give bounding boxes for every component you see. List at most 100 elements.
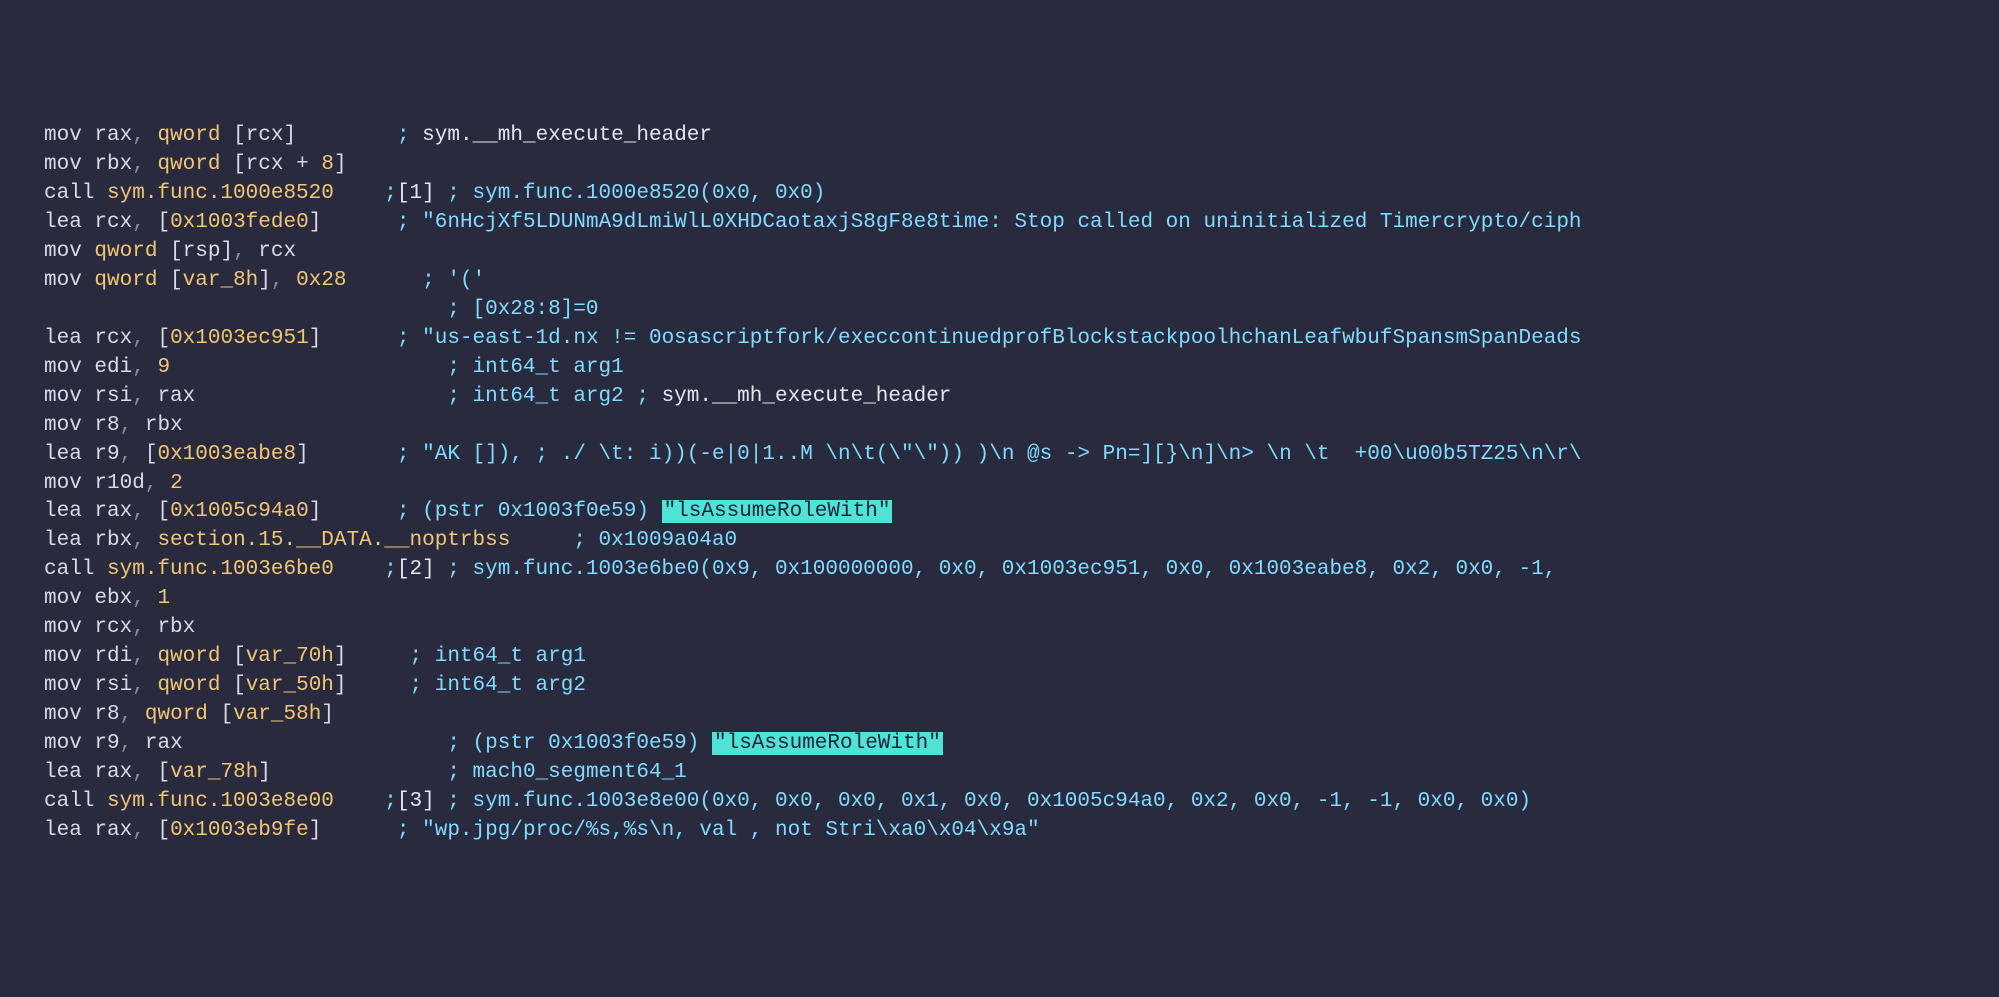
token-op: mov — [44, 703, 94, 726]
token-op: lea — [44, 819, 94, 842]
token-bracket: ] — [309, 819, 322, 842]
token-comma: , — [145, 472, 170, 495]
token-reg: rdi — [94, 645, 132, 668]
token-reg: rbx — [145, 414, 183, 437]
token-kw: qword — [157, 124, 233, 147]
token-comma: , — [271, 269, 296, 292]
token-bracket: [ — [233, 674, 246, 697]
comment-text: ; — [384, 790, 397, 813]
token-comma: , — [120, 414, 145, 437]
comment-text: [2] — [397, 558, 435, 581]
asm-line: mov rax, qword [rcx] ; sym.__mh_execute_… — [44, 122, 1999, 151]
token-var: var_58h — [233, 703, 321, 726]
token-bracket: [ — [233, 645, 246, 668]
asm-line: lea rax, [0x1003eb9fe] ; "wp.jpg/proc/%s… — [44, 817, 1999, 846]
pad — [183, 730, 448, 759]
comment-text: ; — [384, 182, 397, 205]
token-op: mov — [44, 385, 94, 408]
token-num: 0x1003ec951 — [170, 327, 309, 350]
token-reg: rbx — [94, 529, 132, 552]
pad — [195, 383, 447, 412]
comment-text: ; (pstr 0x1003f0e59) — [447, 732, 712, 755]
token-num: 9 — [157, 356, 170, 379]
pad — [309, 441, 397, 470]
pad — [271, 759, 447, 788]
token-bracket: ] — [334, 153, 347, 176]
token-op: mov — [44, 153, 94, 176]
token-bracket: ] — [284, 124, 297, 147]
token-reg: r9 — [94, 732, 119, 755]
token-bracket: ] — [220, 240, 233, 263]
token-bracket: ] — [258, 761, 271, 784]
token-op: call — [44, 790, 107, 813]
comment-text: ; "us-east-1d.nx != 0osascriptfork/execc… — [397, 327, 1582, 350]
pad — [296, 122, 397, 151]
comment-text: ; "AK []), ; ./ \t: i))(-e|0|1..M \n\t(\… — [397, 443, 1582, 466]
token-comma: , — [120, 732, 145, 755]
token-kw: qword — [94, 240, 170, 263]
asm-line: mov rcx, rbx — [44, 614, 1999, 643]
highlight-match: "lsAssumeRoleWith" — [712, 732, 943, 755]
comment-text: ; 0x1009a04a0 — [573, 529, 737, 552]
asm-line: mov rdi, qword [var_70h] ; int64_t arg1 — [44, 643, 1999, 672]
token-op: mov — [44, 414, 94, 437]
comment-text: [1] — [397, 182, 435, 205]
token-reg: rcx — [94, 616, 132, 639]
token-var: var_78h — [170, 761, 258, 784]
token-comma: , — [132, 674, 157, 697]
token-bracket: ] — [321, 703, 334, 726]
token-kw: qword — [157, 674, 233, 697]
token-op: mov — [44, 732, 94, 755]
token-op: mov — [44, 124, 94, 147]
token-op: lea — [44, 500, 94, 523]
token-call: sym.func.1003e8e00 — [107, 790, 334, 813]
token-comma: , — [132, 153, 157, 176]
asm-line: call sym.func.1003e6be0 ;[2] ; sym.func.… — [44, 556, 1999, 585]
token-bracket: ] — [296, 443, 309, 466]
token-plus: + — [296, 153, 321, 176]
token-comma: , — [132, 211, 157, 234]
comment-text: ; int64_t arg1 — [447, 356, 623, 379]
token-reg: rcx — [94, 211, 132, 234]
token-comma: , — [132, 124, 157, 147]
token-bracket: [ — [157, 211, 170, 234]
comment-text: ; — [397, 211, 422, 234]
token-comma: , — [120, 443, 145, 466]
token-op: call — [44, 182, 107, 205]
token-var: var_70h — [246, 645, 334, 668]
asm-line: lea rcx, [0x1003ec951] ; "us-east-1d.nx … — [44, 325, 1999, 354]
comment-text: ; int64_t arg2 — [410, 674, 586, 697]
asm-line: lea rax, [var_78h] ; mach0_segment64_1 — [44, 759, 1999, 788]
asm-line: mov qword [var_8h], 0x28 ; '(' — [44, 267, 1999, 296]
token-bracket: ] — [309, 211, 322, 234]
asm-line: mov r9, rax ; (pstr 0x1003f0e59) "lsAssu… — [44, 730, 1999, 759]
asm-line: mov r8, rbx — [44, 412, 1999, 441]
comment-text: ; sym.func.1003e6be0(0x9, 0x100000000, 0… — [435, 558, 1557, 581]
token-num: 8 — [321, 153, 334, 176]
comment-text: ; [0x28:8]=0 — [447, 298, 598, 321]
token-num: 0x1003eabe8 — [157, 443, 296, 466]
highlight-match: "lsAssumeRoleWith" — [662, 500, 893, 523]
token-call: sym.func.1003e6be0 — [107, 558, 334, 581]
comment-text: ; (pstr 0x1003f0e59) — [397, 500, 662, 523]
token-op: mov — [44, 269, 94, 292]
comment-text: ; — [397, 124, 422, 147]
token-comma: , — [132, 819, 157, 842]
asm-line: mov ebx, 1 — [44, 585, 1999, 614]
token-reg: rsp — [183, 240, 221, 263]
comment-text: ; mach0_segment64_1 — [447, 761, 686, 784]
token-reg: rbx — [94, 153, 132, 176]
asm-line: mov r8, qword [var_58h] — [44, 701, 1999, 730]
asm-line: mov r10d, 2 — [44, 470, 1999, 499]
token-reg: rax — [94, 819, 132, 842]
token-reg: r8 — [94, 703, 119, 726]
pad — [44, 296, 447, 325]
token-comma: , — [132, 500, 157, 523]
comment-text: ; int64_t arg1 — [410, 645, 586, 668]
pad — [321, 817, 397, 846]
token-op: mov — [44, 240, 94, 263]
token-op: lea — [44, 443, 94, 466]
pad — [347, 672, 410, 701]
token-bracket: ] — [309, 327, 322, 350]
asm-line: ; [0x28:8]=0 — [44, 296, 1999, 325]
